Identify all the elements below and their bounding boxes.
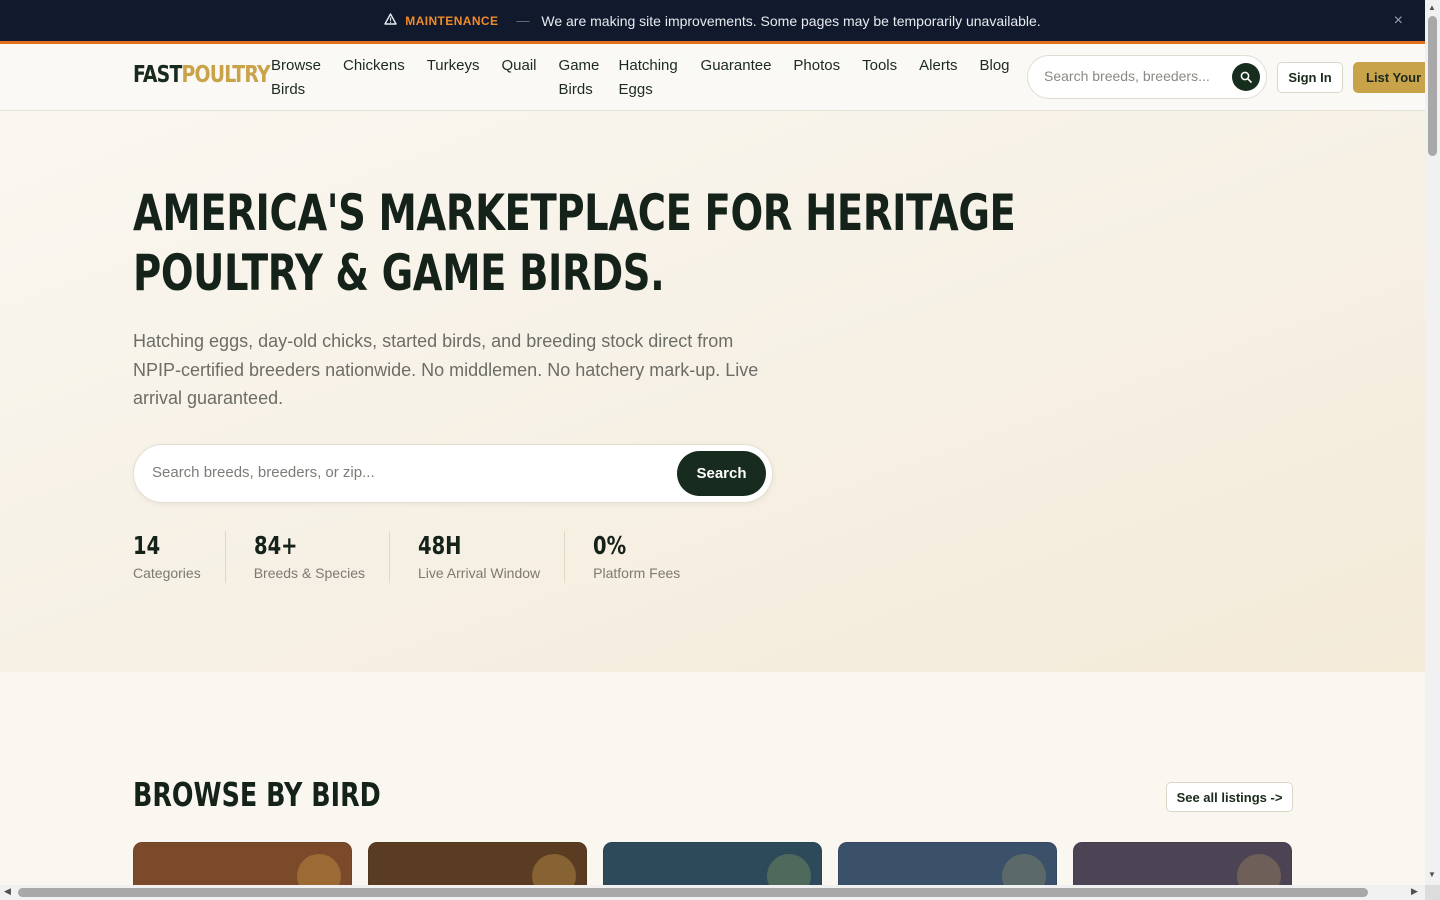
vertical-scroll-thumb[interactable] xyxy=(1428,16,1437,156)
scroll-down-arrow-icon[interactable]: ▼ xyxy=(1428,870,1436,879)
header-search xyxy=(1027,55,1267,99)
hero-subtitle: Hatching eggs, day-old chicks, started b… xyxy=(133,331,759,408)
bird-card[interactable] xyxy=(368,842,587,885)
hero-title: AMERICA'S MARKETPLACE FOR HERITAGE POULTR… xyxy=(133,184,1016,302)
hero-search-button[interactable]: Search xyxy=(677,451,766,496)
bird-card[interactable] xyxy=(838,842,1057,885)
nav-item-hatching-eggs[interactable]: Hatching Eggs xyxy=(619,54,679,102)
scroll-up-arrow-icon[interactable]: ▲ xyxy=(1428,3,1436,12)
hero-search-input[interactable] xyxy=(152,464,652,481)
maintenance-message: We are making site improvements. Some pa… xyxy=(541,12,1041,29)
stat-label: Platform Fees xyxy=(593,565,681,581)
see-all-listings-link[interactable]: See all listings -> xyxy=(1166,782,1293,812)
logo-part-fast: FAST xyxy=(133,62,182,88)
stat-value: 14 xyxy=(133,531,161,560)
nav-item-alerts[interactable]: Alerts xyxy=(919,54,957,102)
vertical-scrollbar[interactable]: ▲ ▼ xyxy=(1425,0,1440,885)
bird-card-image xyxy=(767,854,811,885)
stat-platform-fees: 0% Platform Fees xyxy=(564,531,704,583)
stat-value: 84+ xyxy=(253,531,298,560)
stat-live-arrival: 48H Live Arrival Window xyxy=(389,531,564,583)
search-icon[interactable] xyxy=(1232,63,1260,91)
browse-section-title: BROWSE BY BIRD xyxy=(133,775,381,814)
stat-value: 0% xyxy=(593,531,627,560)
scroll-right-arrow-icon[interactable]: ▶ xyxy=(1411,886,1418,897)
logo[interactable]: FASTPOULTRY xyxy=(133,62,271,88)
nav-item-guarantee[interactable]: Guarantee xyxy=(701,54,772,102)
main-nav: Browse Birds Chickens Turkeys Quail Game B… xyxy=(271,54,1032,102)
bird-card[interactable] xyxy=(603,842,822,885)
nav-item-blog[interactable]: Blog xyxy=(980,54,1010,102)
hero-section: AMERICA'S MARKETPLACE FOR HERITAGE POULTR… xyxy=(0,111,1425,672)
nav-item-chickens[interactable]: Chickens xyxy=(343,54,405,102)
nav-item-browse-birds[interactable]: Browse Birds xyxy=(271,54,321,102)
stat-categories: 14 Categories xyxy=(133,531,225,583)
horizontal-scroll-thumb[interactable] xyxy=(18,888,1368,897)
maintenance-separator: — xyxy=(516,13,530,28)
page-viewport: MAINTENANCE — We are making site improve… xyxy=(0,0,1425,885)
bird-card-image xyxy=(1237,854,1281,885)
nav-item-game-birds[interactable]: Game Birds xyxy=(559,54,600,102)
stat-label: Categories xyxy=(133,565,201,581)
maintenance-banner: MAINTENANCE — We are making site improve… xyxy=(0,0,1425,44)
bird-card-image xyxy=(297,854,341,885)
stat-breeds: 84+ Breeds & Species xyxy=(224,531,389,583)
nav-item-quail[interactable]: Quail xyxy=(502,54,537,102)
sign-in-button[interactable]: Sign In xyxy=(1277,62,1343,93)
hero-stats: 14 Categories 84+ Breeds & Species 48H L… xyxy=(133,531,704,583)
header-search-input[interactable] xyxy=(1044,68,1224,84)
bird-card[interactable] xyxy=(133,842,352,885)
nav-item-turkeys[interactable]: Turkeys xyxy=(427,54,480,102)
list-your-birds-button[interactable]: List Your Birds xyxy=(1353,62,1425,93)
stat-value: 48H xyxy=(418,531,462,560)
warning-icon xyxy=(384,13,397,28)
nav-item-photos[interactable]: Photos xyxy=(793,54,840,102)
horizontal-scrollbar[interactable]: ◀ ▶ xyxy=(0,885,1425,900)
hero-search: Search xyxy=(133,444,773,503)
nav-item-tools[interactable]: Tools xyxy=(862,54,897,102)
maintenance-tag: MAINTENANCE xyxy=(405,13,499,28)
bird-category-cards xyxy=(133,842,1308,885)
scrollbar-corner xyxy=(1425,885,1440,900)
close-icon[interactable]: × xyxy=(1394,12,1403,30)
stat-label: Breeds & Species xyxy=(253,565,365,581)
logo-part-poultry: POULTRY xyxy=(181,62,270,88)
site-header: FASTPOULTRY Browse Birds Chickens Turkeys… xyxy=(0,44,1425,111)
bird-card[interactable] xyxy=(1073,842,1292,885)
scroll-left-arrow-icon[interactable]: ◀ xyxy=(4,886,11,897)
bird-card-image xyxy=(532,854,576,885)
bird-card-image xyxy=(1002,854,1046,885)
stat-label: Live Arrival Window xyxy=(418,565,541,581)
